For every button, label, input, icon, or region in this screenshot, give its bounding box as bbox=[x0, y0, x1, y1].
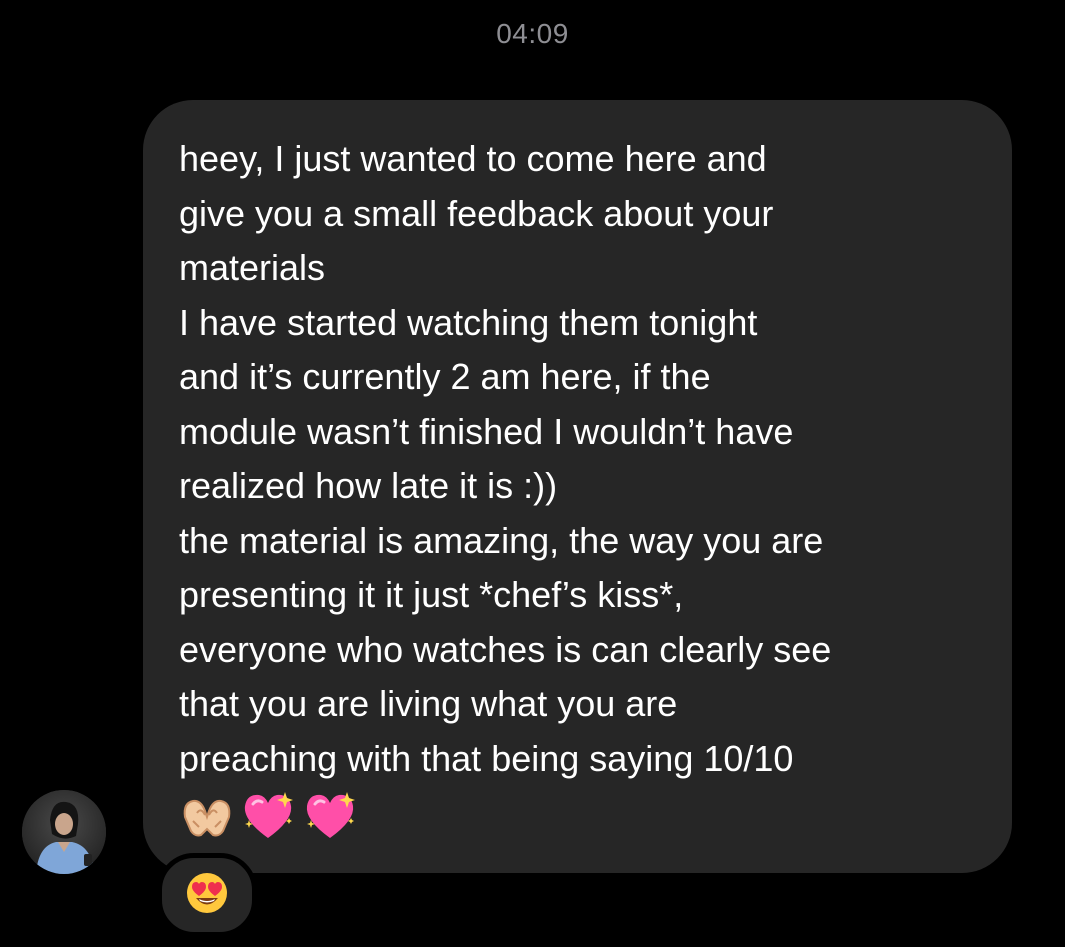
reaction-badge[interactable] bbox=[157, 853, 257, 937]
message-bubble[interactable]: heey, I just wanted to come here and giv… bbox=[143, 100, 1012, 873]
message-paragraph-3: the material is amazing, the way you are… bbox=[179, 519, 832, 779]
message-paragraph-2: I have started watching them tonight and… bbox=[179, 301, 794, 507]
heart-hands-icon bbox=[179, 791, 235, 841]
message-paragraph-1: heey, I just wanted to come here and giv… bbox=[179, 138, 774, 288]
emoji-line bbox=[179, 786, 359, 846]
message-timestamp: 04:09 bbox=[496, 18, 569, 49]
sender-avatar[interactable] bbox=[22, 790, 106, 874]
sparkling-heart-icon bbox=[301, 790, 359, 842]
sparkling-heart-icon bbox=[239, 790, 297, 842]
heart-eyes-face-icon bbox=[185, 871, 229, 920]
